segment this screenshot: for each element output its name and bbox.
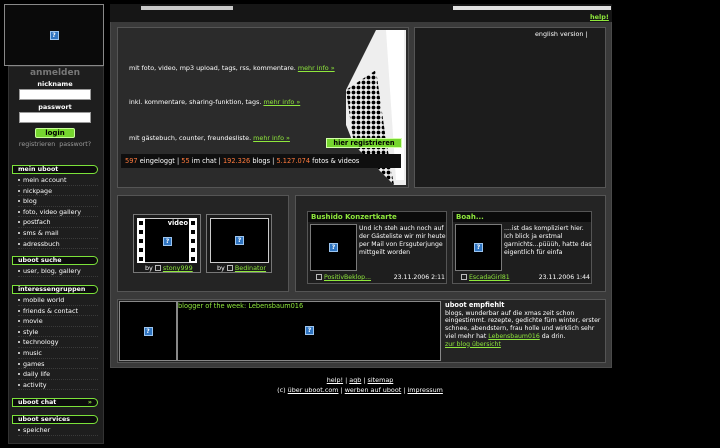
blogger-week-heading: blogger of the week: Lebensbaum016 <box>178 302 304 310</box>
footer-about-link[interactable]: über uboot.com <box>288 386 339 394</box>
english-version-link[interactable]: english version <box>535 30 583 38</box>
user-checkbox[interactable] <box>461 274 467 280</box>
recommend-box: uboot empfiehlt blogs, wunderbar auf die… <box>445 301 603 348</box>
menu-item-postfach[interactable]: postfach <box>18 217 98 228</box>
menu-item-music[interactable]: music <box>18 348 98 359</box>
login-box: anmelden nickname passwort login registr… <box>12 68 98 158</box>
login-title: anmelden <box>29 68 80 78</box>
footer-row-2: (c) über uboot.com | werben auf uboot | … <box>277 386 443 394</box>
more-info-link-2[interactable]: mehr info » <box>263 98 300 106</box>
footer-agb-link[interactable]: agb <box>349 376 361 384</box>
user-link-bedinator[interactable]: Bedinator <box>235 264 266 272</box>
video-thumb[interactable]: video ? <box>137 218 197 263</box>
broken-image-icon: ? <box>143 326 153 336</box>
video-credit: by stony999 <box>145 264 193 272</box>
menu-item-sms-mail[interactable]: sms & mail <box>18 228 98 239</box>
footer-impressum-link[interactable]: impressum <box>407 386 442 394</box>
menu-item-search[interactable]: user, blog, gallery <box>18 266 98 277</box>
promo-line-2: inkl. kommentare, sharing-funktion, tags… <box>129 98 301 106</box>
blog-card-text: ....ist das kompliziert hier. Ich blick … <box>504 225 592 256</box>
more-info-link-1[interactable]: mehr info » <box>298 64 335 72</box>
blog-overview-link[interactable]: zur blog übersicht <box>445 341 501 348</box>
recommend-title: uboot empfiehlt <box>445 301 505 309</box>
recommend-user-link[interactable]: Lebensbaum016 <box>488 333 540 340</box>
section-interessengruppen[interactable]: interessengruppen <box>12 285 98 294</box>
blog-card-date: 23.11.2006 2:11 <box>393 274 445 281</box>
section-uboot-suche[interactable]: uboot suche <box>12 256 98 265</box>
menu-uboot-suche: user, blog, gallery <box>18 266 98 277</box>
menu-item-nickpage[interactable]: nickpage <box>18 186 98 197</box>
blogger-week-name[interactable]: Lebensbaum016 <box>248 302 303 310</box>
menu-item-technology[interactable]: technology <box>18 337 98 348</box>
english-panel <box>414 27 606 188</box>
nickname-label: nickname <box>37 80 73 88</box>
footer-sitemap-link[interactable]: sitemap <box>368 376 394 384</box>
broken-image-icon: ? <box>305 326 314 335</box>
user-checkbox[interactable] <box>226 265 233 271</box>
menu-item-blog[interactable]: blog <box>18 196 98 207</box>
stats-bar: 597 eingeloggt | 55 im chat | 192.326 bl… <box>121 154 401 168</box>
photo-credit: by Bedinator <box>217 264 267 272</box>
menu-uboot-services: speicher <box>18 425 98 436</box>
top-search-bar[interactable] <box>453 6 611 10</box>
blog-card-title[interactable]: Bushido Konzertkarte <box>308 212 446 222</box>
footer-advertise-link[interactable]: werben auf uboot <box>345 386 402 394</box>
menu-item-account[interactable]: mein account <box>18 175 98 186</box>
register-link[interactable]: registrieren <box>19 141 55 148</box>
broken-image-icon: ? <box>474 243 483 252</box>
nickname-input[interactable] <box>19 89 91 100</box>
menu-item-speicher[interactable]: speicher <box>18 425 98 436</box>
help-link[interactable]: help! <box>590 13 609 21</box>
blog-card-2: Boah... ? ....ist das kompliziert hier. … <box>452 211 592 284</box>
login-button[interactable]: login <box>35 128 75 138</box>
section-mein-uboot[interactable]: mein uboot <box>12 165 98 174</box>
promo-line-1: mit foto, video, mp3 upload, tags, rss, … <box>129 64 335 72</box>
chat-arrow-icon: » <box>87 399 92 406</box>
menu-item-adressbuch[interactable]: adressbuch <box>18 239 98 250</box>
broken-image-icon: ? <box>49 30 59 40</box>
footer-help-link[interactable]: help! <box>327 376 343 384</box>
blogger-week-box: blogger of the week: Lebensbaum016 ? <box>177 301 441 361</box>
broken-image-icon: ? <box>235 236 244 245</box>
blog-card-text: Und ich steh auch noch auf der Gästelist… <box>359 225 446 256</box>
menu-item-friends-contact[interactable]: friends & contact <box>18 306 98 317</box>
blog-card-1: Bushido Konzertkarte ? Und ich steh auch… <box>307 211 447 284</box>
photo-thumb[interactable]: ? <box>210 218 269 263</box>
blog-card-date: 23.11.2006 1:44 <box>538 274 590 281</box>
blog-card-user[interactable]: EscadaGirl81 <box>469 274 510 281</box>
footer-row-1: help! | agb | sitemap <box>326 376 394 384</box>
broken-image-icon: ? <box>329 243 338 252</box>
section-uboot-services[interactable]: uboot services <box>12 415 98 424</box>
blog-card-user[interactable]: PositivBeklop... <box>324 274 371 281</box>
more-info-link-3[interactable]: mehr info » <box>253 134 290 142</box>
section-uboot-chat[interactable]: uboot chat» <box>12 398 98 407</box>
video-label: video <box>167 219 188 227</box>
user-link-stony999[interactable]: stony999 <box>163 264 193 272</box>
menu-item-gallery[interactable]: foto, video gallery <box>18 207 98 218</box>
user-checkbox[interactable] <box>154 265 161 271</box>
tab-2[interactable] <box>183 6 233 10</box>
menu-item-movie[interactable]: movie <box>18 316 98 327</box>
menu-mein-uboot: mein account nickpage blog foto, video g… <box>18 175 98 250</box>
forgot-password-link[interactable]: passwort? <box>59 141 91 148</box>
header-image-placeholder: ? <box>4 4 104 66</box>
register-button[interactable]: hier registrieren <box>326 138 402 148</box>
blog-card-image[interactable]: ? <box>455 224 502 271</box>
blogger-avatar[interactable]: ? <box>119 301 177 361</box>
user-checkbox[interactable] <box>316 274 322 280</box>
broken-image-icon: ? <box>163 237 172 246</box>
password-input[interactable] <box>19 112 91 123</box>
english-version: english version | <box>535 30 588 38</box>
blog-card-title[interactable]: Boah... <box>453 212 591 222</box>
menu-item-style[interactable]: style <box>18 327 98 338</box>
blog-card-image[interactable]: ? <box>310 224 357 271</box>
menu-item-mobile-world[interactable]: mobile world <box>18 295 98 306</box>
promo-line-3: mit gästebuch, counter, freundesliste. m… <box>129 134 290 142</box>
menu-item-games[interactable]: games <box>18 359 98 370</box>
password-label: passwort <box>38 103 72 111</box>
